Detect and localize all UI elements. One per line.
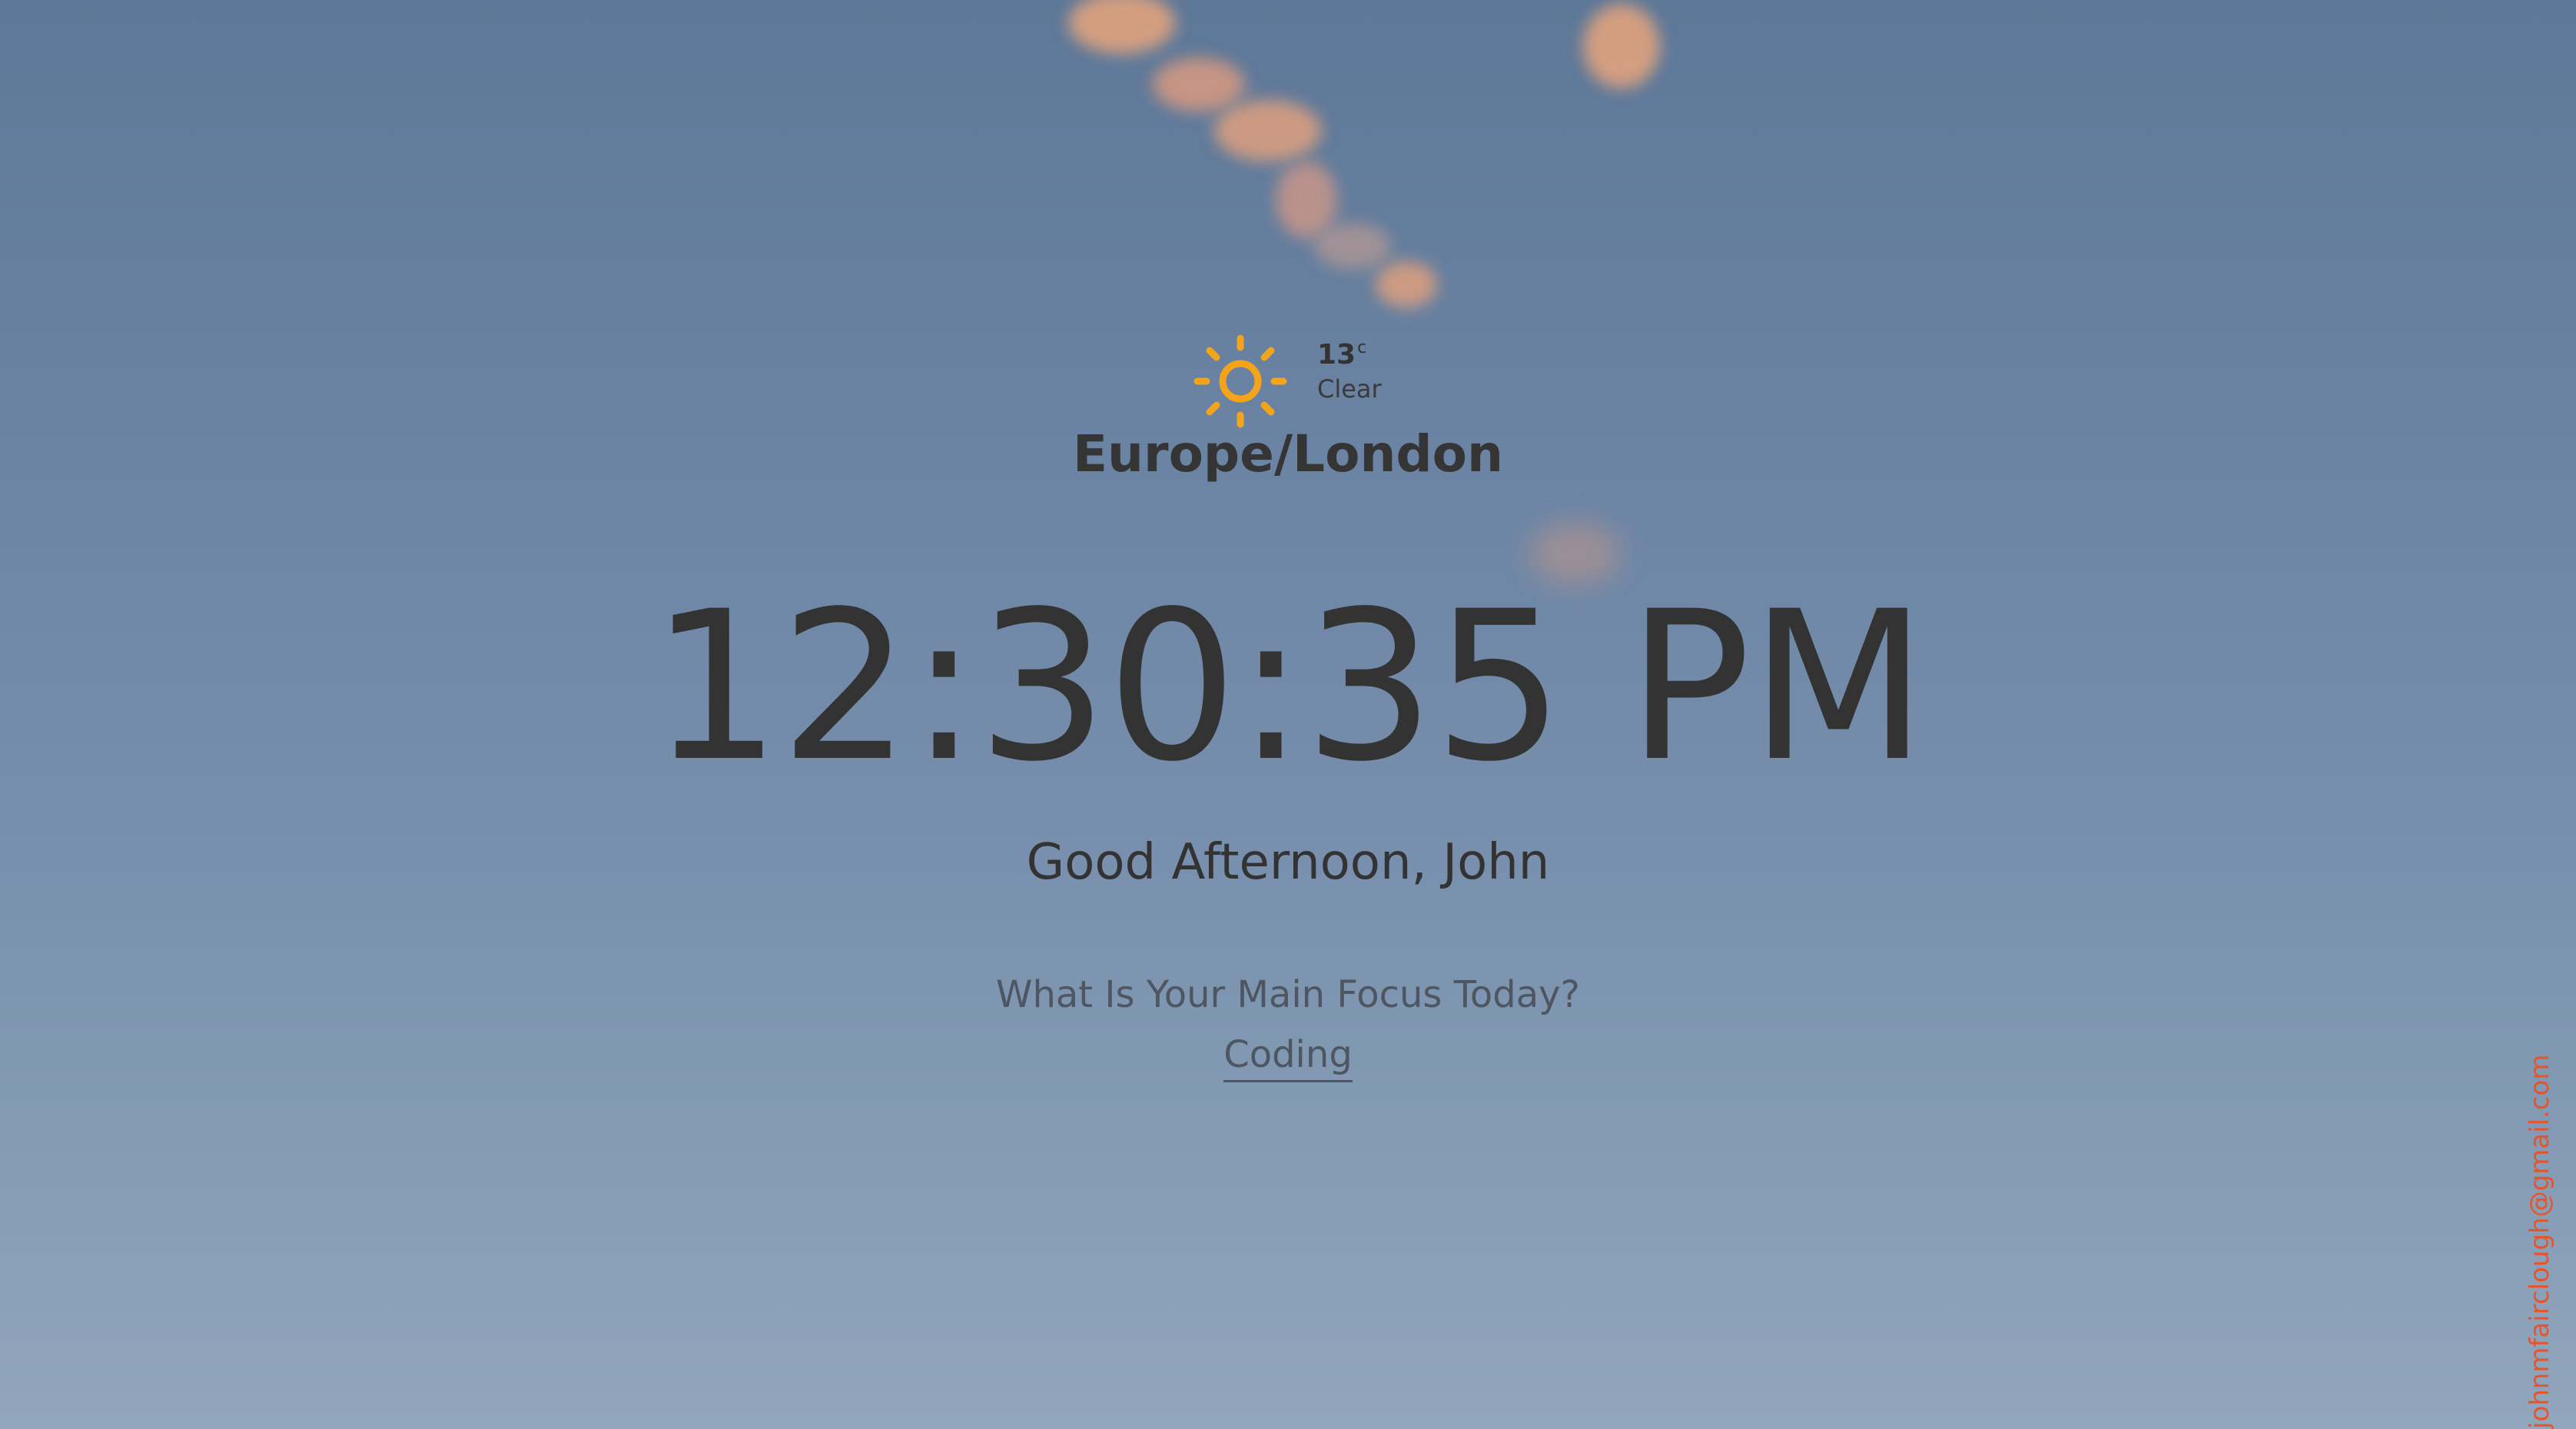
focus-input[interactable]: Coding — [1223, 1035, 1353, 1082]
email-link-container: johnmfairclough@gmail.com — [2525, 1055, 2576, 1429]
weather-condition: Clear — [1317, 374, 1382, 404]
clock-time: 12:30:35 PM — [650, 567, 1927, 807]
focus-input-container: Coding — [0, 1035, 2576, 1082]
temperature-unit: c — [1357, 338, 1367, 357]
greeting-text: Good Afternoon, John — [1026, 834, 1550, 891]
timezone-label: Europe/London — [1072, 424, 1504, 484]
sun-icon — [1193, 334, 1287, 428]
dashboard: 13c Clear Europe/London 12:30:35 PM Good… — [0, 0, 2576, 1429]
temperature: 13c — [1317, 338, 1366, 369]
focus-question: What Is Your Main Focus Today? — [995, 973, 1580, 1016]
temperature-value: 13 — [1317, 339, 1356, 371]
email-link[interactable]: johnmfairclough@gmail.com — [2525, 1055, 2555, 1429]
